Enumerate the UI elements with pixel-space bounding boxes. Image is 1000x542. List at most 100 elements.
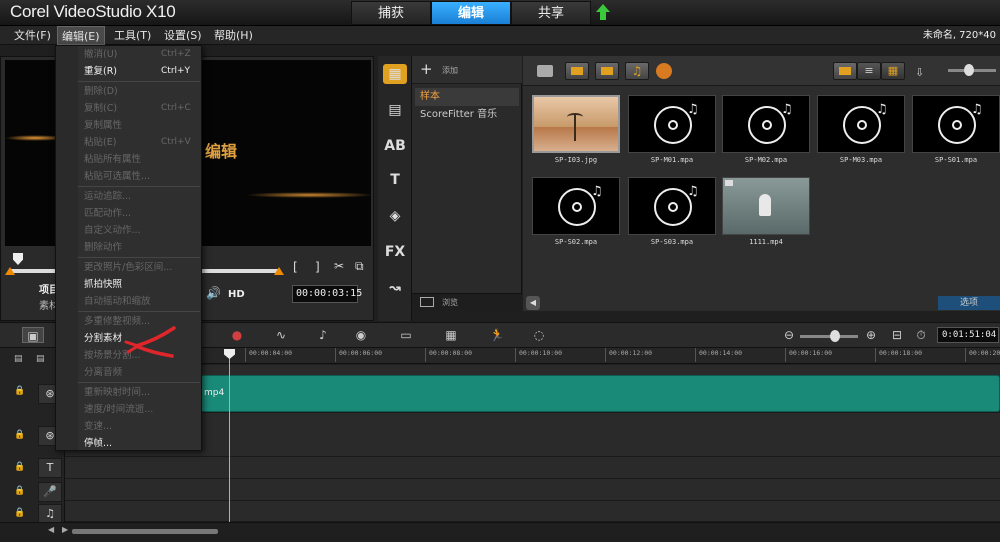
library-item[interactable]: ♫ SP-M01.mpa [625,92,719,172]
sound-mixer-icon[interactable]: ∿ [270,327,292,343]
menu-item-remove-motion[interactable]: 删除动作 [57,239,201,256]
overlay-track[interactable] [65,413,1000,457]
options-button[interactable]: 选项 [938,296,1000,310]
trim-start-marker[interactable] [5,267,15,275]
lock-icon[interactable]: 🔒 [14,508,25,518]
music-track-icon[interactable]: ♫ [38,504,62,524]
record-icon[interactable]: ● [226,327,248,343]
menu-file[interactable]: 文件(F) [10,26,55,45]
fx-icon[interactable]: FX [383,242,407,262]
library-item[interactable]: SP-I03.jpg [529,92,623,172]
zoom-in-icon[interactable]: ⊕ [860,327,882,343]
menu-item-freeze-frame[interactable]: 停帧... [57,435,201,452]
resize-icon[interactable]: ⧉ [355,259,364,274]
library-item[interactable]: ♫ SP-M03.mpa [814,92,908,172]
menu-item-redo[interactable]: 重复(R) Ctrl+Y [57,63,201,80]
instant-project-icon[interactable]: ▤ [383,100,407,120]
mark-in-icon[interactable]: [ [293,260,298,274]
lock-icon[interactable]: 🔒 [14,462,25,472]
timeline-zoom-knob[interactable] [830,330,840,342]
timeline-scrollbar[interactable]: ◀ ▶ [0,522,1000,542]
media-icon[interactable]: ▦ [383,64,407,84]
preview-playhead[interactable] [13,253,23,265]
thumbnail-view-button[interactable] [833,62,857,80]
timeline-timecode[interactable]: 0:01:51:04 [937,327,999,343]
lock-icon[interactable]: 🔒 [14,430,25,440]
menu-item-undo[interactable]: 撤消(U) Ctrl+Z [57,46,201,63]
folder-icon[interactable] [537,65,553,77]
menu-settings[interactable]: 设置(S) [160,26,206,45]
sort-icon[interactable] [656,63,672,79]
lock-icon[interactable]: 🔒 [14,486,25,496]
track-manager-icon[interactable]: ▤ [14,354,23,364]
menu-item-custom-motion[interactable]: 自定义动作... [57,222,201,239]
menu-help[interactable]: 帮助(H) [210,26,257,45]
library-item[interactable]: ♫ SP-M02.mpa [719,92,813,172]
show-photo-button[interactable] [595,62,619,80]
fit-project-icon[interactable]: ⊟ [886,327,908,343]
timeline-scroll-thumb[interactable] [72,529,218,534]
auto-music-icon[interactable]: ♪ [312,327,334,343]
title-track[interactable] [65,457,1000,479]
add-icon[interactable]: + [420,60,433,78]
list-view-button[interactable]: ≡ [857,62,881,80]
path-icon[interactable]: ↝ [383,278,407,298]
library-item[interactable]: ♫ SP-S03.mpa [625,174,719,254]
timeline-ruler[interactable]: 00:00:04:00 00:00:06:00 00:00:08:00 00:0… [65,348,1000,364]
show-video-button[interactable] [565,62,589,80]
menu-item-delete[interactable]: 删除(D) [57,83,201,100]
time-remap-icon[interactable]: 🏃 [486,327,508,343]
library-item[interactable]: ♫ SP-S01.mpa [909,92,1000,172]
folder-scorefitter[interactable]: ScoreFitter 音乐 [415,106,519,124]
tab-edit[interactable]: 编辑 [431,1,511,25]
menu-item-copy-attributes[interactable]: 复制属性 [57,117,201,134]
scissors-icon[interactable]: ✂ [334,259,344,273]
menu-item-copy[interactable]: 复制(C) Ctrl+C [57,100,201,117]
folder-sample[interactable]: 样本 [415,88,519,106]
menu-item-paste[interactable]: 粘贴(E) Ctrl+V [57,134,201,151]
chapter-icon[interactable]: ▤ [36,354,45,364]
menu-tools[interactable]: 工具(T) [110,26,155,45]
menu-item-motion-tracking[interactable]: 运动追踪... [57,188,201,205]
menu-item-snapshot[interactable]: 抓拍快照 [57,276,201,293]
motion-tracking-icon[interactable]: ◉ [350,327,372,343]
library-item[interactable]: ♫ SP-S02.mpa [529,174,623,254]
scroll-right-icon[interactable]: ▶ [62,525,68,534]
menu-item-time-remap[interactable]: 重新映射时间... [57,384,201,401]
upload-icon[interactable] [596,4,610,20]
title-track-icon[interactable]: T [38,458,62,478]
hd-toggle[interactable]: HD [228,289,245,300]
add-folder-row[interactable]: + 添加 [412,56,522,84]
voice-track[interactable] [65,479,1000,501]
mark-out-icon[interactable]: ] [315,260,320,274]
voice-track-icon[interactable]: 🎤 [38,482,62,502]
volume-icon[interactable]: 🔊 [206,286,221,300]
subtitle-icon[interactable]: ▭ [395,327,417,343]
grid-view-button[interactable]: ▦ [881,62,905,80]
tab-share[interactable]: 共享 [511,1,591,25]
library-item[interactable]: 1111.mp4 [719,174,813,254]
menu-item-match-motion[interactable]: 匹配动作... [57,205,201,222]
menu-item-paste-selectable-attributes[interactable]: 粘贴可选属性... [57,168,201,185]
import-icon[interactable]: ⇩ [915,66,924,79]
trim-end-marker[interactable] [274,267,284,275]
multi-camera-icon[interactable]: ▦ [440,327,462,343]
menu-item-auto-pan-zoom[interactable]: 自动摇动和缩放 [57,293,201,310]
menu-item-variable-speed[interactable]: 变速... [57,418,201,435]
video-clip[interactable]: mp4 [200,375,1000,412]
timeline-zoom-slider[interactable] [800,335,858,338]
lock-icon[interactable]: 🔒 [14,386,25,396]
show-audio-button[interactable]: ♫ [625,62,649,80]
menu-item-speed-time-lapse[interactable]: 速度/时间流逝... [57,401,201,418]
zoom-out-icon[interactable]: ⊖ [778,327,800,343]
tab-capture[interactable]: 捕获 [351,1,431,25]
scroll-left-icon[interactable]: ◀ [48,525,54,534]
graphic-icon[interactable]: ◈ [383,206,407,226]
transition-icon[interactable]: AB [383,136,407,156]
menu-item-paste-all-attributes[interactable]: 粘贴所有属性 [57,151,201,168]
scroll-left-icon[interactable]: ◀ [526,296,540,310]
storyboard-view-icon[interactable]: ▣ [22,327,44,343]
preview-timecode[interactable]: 00:00:03:15 [292,285,362,303]
menu-edit[interactable]: 编辑(E) [57,26,105,45]
menu-item-change-duration[interactable]: 更改照片/色彩区间... [57,259,201,276]
